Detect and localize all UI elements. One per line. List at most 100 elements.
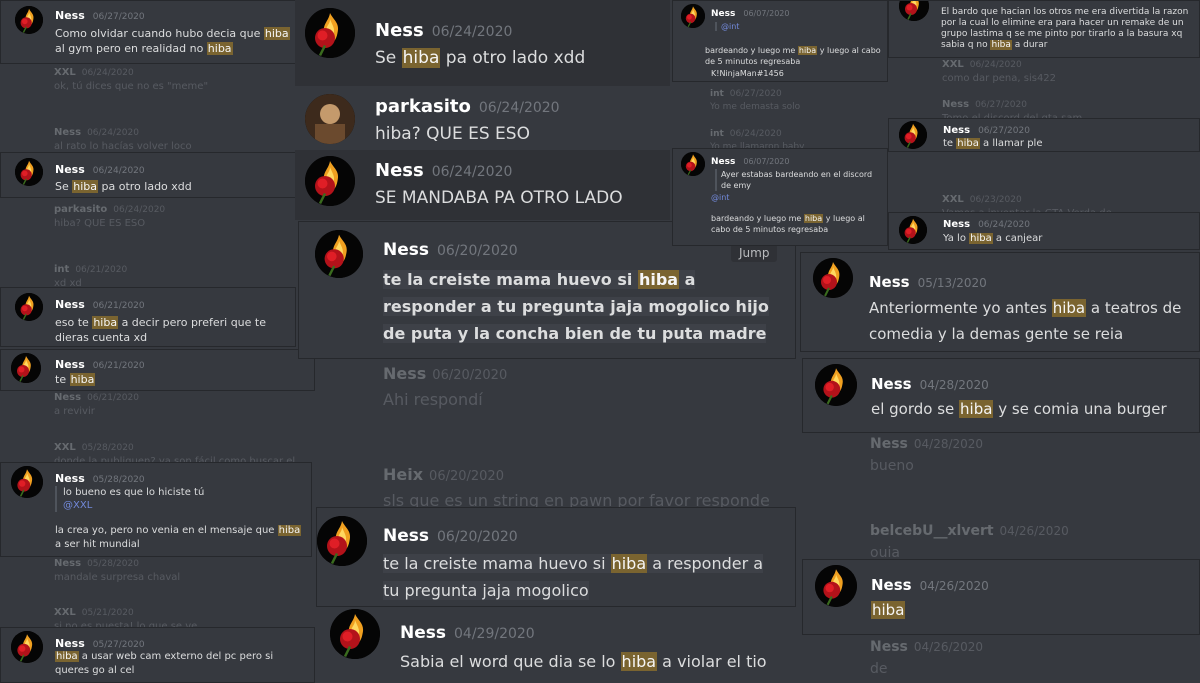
quote-block: Ayer estabas bardeando en el discord de …	[715, 169, 881, 191]
user-avatar[interactable]	[330, 609, 380, 659]
timestamp: 06/21/2020	[92, 301, 145, 311]
message-card[interactable]: Ness 04/26/2020 hiba	[802, 559, 1200, 635]
username[interactable]: Ness	[711, 9, 735, 19]
username[interactable]: Ness	[943, 219, 970, 230]
username[interactable]: Ness	[400, 623, 446, 643]
user-avatar[interactable]	[11, 353, 41, 383]
ghost-message: Ness 05/28/2020 mandale surpresa chaval	[54, 558, 181, 583]
user-mention[interactable]: @XXL	[63, 500, 92, 511]
timestamp: 06/24/2020	[92, 166, 145, 176]
username[interactable]: Ness	[943, 125, 970, 136]
username[interactable]: Ness	[55, 163, 85, 176]
ghost-message: parkasito 06/24/2020 hiba? QUE ES ESO	[54, 204, 166, 229]
timestamp: 06/07/2020	[743, 157, 790, 166]
timestamp: 06/24/2020	[978, 220, 1030, 230]
message-header: Ness 06/24/2020	[943, 219, 1030, 230]
message-header: Ness 06/24/2020	[375, 160, 512, 181]
message-card[interactable]: Ness 06/21/2020 eso te hiba a decir pero …	[0, 287, 296, 347]
user-mention[interactable]: @int	[721, 22, 739, 31]
username[interactable]: Ness	[871, 375, 912, 393]
message-text: te la creiste mama huevo si hiba a respo…	[383, 554, 764, 600]
user-avatar[interactable]	[815, 364, 857, 406]
username[interactable]: Ness	[55, 472, 85, 485]
message-card[interactable]: Ness 05/13/2020 Anteriormente yo antes hi…	[800, 252, 1200, 352]
message-text: Como olvidar cuando hubo decia que hiba …	[55, 27, 290, 55]
ghost-message: belcebU__xlvert 04/26/2020 ouia	[870, 523, 1069, 561]
message-card[interactable]: Ness 06/24/2020 Ya lo hiba a canjear	[888, 212, 1200, 250]
user-avatar[interactable]	[681, 4, 705, 28]
timestamp: 04/28/2020	[919, 378, 989, 392]
username[interactable]: Ness	[383, 240, 429, 260]
user-avatar[interactable]	[899, 1, 929, 21]
timestamp: 06/07/2020	[743, 9, 790, 18]
message-card[interactable]: Ness 06/24/2020 Se hiba pa otro lado xdd	[0, 152, 296, 198]
message-card[interactable]: Ness 04/28/2020 el gordo se hiba y se com…	[802, 358, 1200, 433]
message-card[interactable]: Ness 06/07/2020 @int bardeando y luego me…	[672, 0, 888, 82]
message-card[interactable]: Ness 06/24/2020 Se hiba pa otro lado xdd	[295, 0, 670, 86]
message-card[interactable]: El bardo que hacian los otros me era div…	[888, 0, 1200, 58]
user-avatar[interactable]	[15, 6, 43, 34]
message-header: Ness 04/29/2020	[400, 623, 535, 643]
user-mention[interactable]: @int	[711, 193, 729, 202]
user-avatar[interactable]	[899, 121, 927, 149]
timestamp: 05/28/2020	[92, 475, 145, 485]
message-header: parkasito 06/24/2020	[375, 96, 560, 117]
user-avatar[interactable]	[813, 258, 853, 298]
ghost-message: Ness 06/20/2020 Ahi respondí	[383, 364, 508, 409]
user-avatar[interactable]	[899, 216, 927, 244]
message-text: la crea yo, pero no venia en el mensaje …	[55, 525, 302, 550]
timestamp: 06/21/2020	[92, 361, 145, 371]
user-avatar[interactable]	[681, 152, 705, 176]
message-header: Ness 06/27/2020	[943, 125, 1030, 136]
message-header: Ness 06/21/2020	[55, 298, 145, 311]
ghost-message: Ness 06/21/2020 a revivir	[54, 392, 139, 417]
message-text: Se hiba pa otro lado xdd	[55, 180, 192, 193]
message-card[interactable]: Ness 06/20/2020 te la creiste mama huevo …	[316, 507, 796, 607]
message-card[interactable]: Ness 06/07/2020 Ayer estabas bardeando en…	[672, 148, 888, 246]
username[interactable]: Ness	[55, 637, 85, 650]
message-text: Ya lo hiba a canjear	[943, 233, 1043, 244]
username[interactable]: Ness	[55, 358, 85, 371]
message-text: bardeando y luego me hiba y luego al cab…	[711, 214, 865, 234]
user-avatar[interactable]	[11, 466, 43, 498]
user-avatar[interactable]	[317, 516, 367, 566]
timestamp: 06/24/2020	[431, 24, 513, 40]
message-header: Ness 04/28/2020	[871, 375, 989, 393]
user-avatar[interactable]	[11, 631, 43, 663]
user-avatar[interactable]	[305, 94, 355, 144]
message-text: Se hiba pa otro lado xdd	[375, 48, 586, 68]
ghost-message: Ness 04/28/2020 bueno	[870, 436, 984, 474]
message-card[interactable]: Ness 05/28/2020 lo bueno es que lo hicist…	[0, 462, 312, 557]
message-card[interactable]: parkasito 06/24/2020 hiba? QUE ES ESO	[295, 86, 670, 150]
message-text: SE MANDABA PA OTRO LADO	[375, 188, 623, 208]
username[interactable]: Ness	[871, 576, 912, 594]
user-avatar[interactable]	[15, 293, 43, 321]
message-card[interactable]: Ness 06/27/2020 te hiba a llamar ple	[888, 118, 1200, 152]
user-avatar[interactable]	[305, 156, 355, 206]
message-card[interactable]: Ness 06/21/2020 te hiba	[0, 349, 315, 391]
username[interactable]: Ness	[375, 160, 424, 181]
username[interactable]: parkasito	[375, 96, 471, 117]
message-header: Ness 06/27/2020	[55, 9, 145, 22]
message-text: Anteriormente yo antes hiba a teatros de…	[869, 299, 1182, 343]
message-card[interactable]: Ness 06/24/2020 SE MANDABA PA OTRO LADO	[295, 150, 670, 218]
message-card[interactable]: Ness 05/27/2020 hiba a usar web cam exter…	[0, 627, 315, 683]
message-header: Ness 06/20/2020	[383, 526, 518, 546]
username[interactable]: Ness	[55, 9, 85, 22]
username[interactable]: Ness	[383, 526, 429, 546]
user-avatar[interactable]	[315, 230, 363, 278]
username[interactable]: Ness	[869, 273, 910, 291]
user-avatar[interactable]	[815, 565, 857, 607]
message-card[interactable]: Ness 06/27/2020 Como olvidar cuando hubo …	[0, 0, 296, 64]
user-avatar[interactable]	[305, 8, 355, 58]
ghost-message: Ness 06/24/2020 al rato lo hacías volver l…	[54, 127, 192, 152]
message-text: El bardo que hacian los otros me era div…	[941, 7, 1189, 50]
user-avatar[interactable]	[15, 158, 43, 186]
username[interactable]: Ness	[55, 298, 85, 311]
timestamp: 05/27/2020	[92, 640, 145, 650]
jump-button[interactable]: Jump	[731, 244, 778, 262]
username[interactable]: Ness	[711, 157, 735, 167]
username[interactable]: Ness	[375, 20, 424, 41]
message-card[interactable]: Ness 04/29/2020 Sabia el word que dia se …	[316, 607, 800, 683]
message-header: Ness 06/24/2020	[375, 20, 512, 41]
